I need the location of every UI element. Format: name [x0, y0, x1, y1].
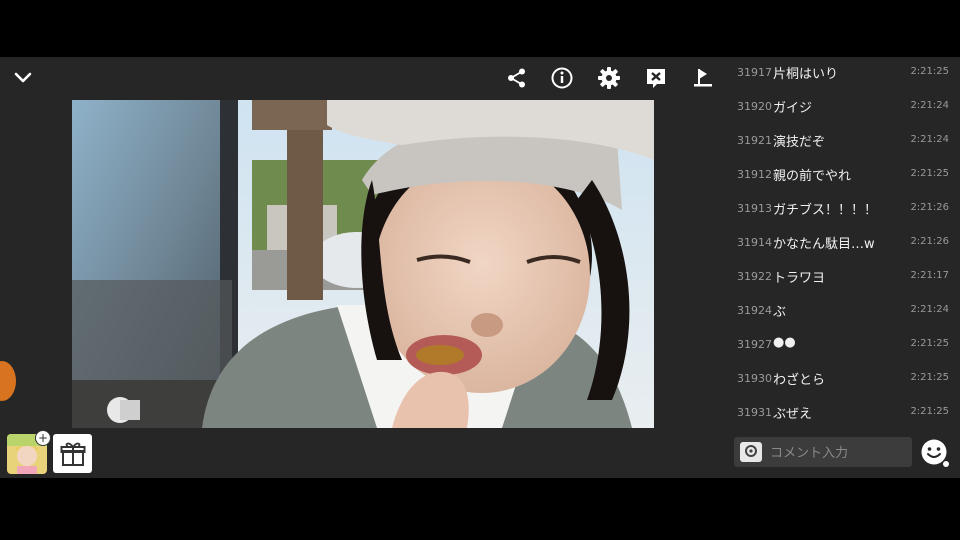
- comment-time: 2:21:25: [910, 168, 949, 179]
- add-follow-button[interactable]: +: [35, 430, 51, 446]
- side-handle[interactable]: [0, 361, 16, 401]
- close-comments-button[interactable]: [639, 61, 673, 95]
- comment-text: わざとら: [773, 373, 826, 388]
- comment-text: 演技だぞ: [773, 135, 826, 150]
- comment-number: 31921: [737, 134, 772, 147]
- comment-number: 31922: [737, 270, 772, 283]
- chevron-down-icon: [14, 72, 32, 83]
- comment-text: 片桐はいり: [773, 67, 839, 82]
- comment-number: 31912: [737, 168, 772, 181]
- comment-text: ●●: [773, 335, 796, 350]
- comment-settings-icon[interactable]: [740, 442, 762, 462]
- comment-text: ガイジ: [773, 101, 813, 116]
- comment-list[interactable]: 31917 片桐はいり 2:21:25 31920 ガイジ 2:21:24 31921 演技だ…: [726, 57, 960, 429]
- comment-time: 2:21:25: [910, 406, 949, 417]
- collapse-button[interactable]: [10, 65, 36, 91]
- comment-time: 2:21:25: [910, 338, 949, 349]
- comment-number: 31917: [737, 66, 772, 79]
- comment-number: 31927: [737, 338, 772, 351]
- sort-button[interactable]: [686, 61, 720, 95]
- video-player[interactable]: [72, 100, 654, 428]
- share-button[interactable]: [500, 61, 534, 95]
- comment-row[interactable]: 31914 かなたん駄目…w 2:21:26: [726, 227, 960, 261]
- comment-text: 親の前でやれ: [773, 169, 852, 184]
- gift-button[interactable]: [53, 434, 92, 473]
- comment-number: 31913: [737, 202, 772, 215]
- comment-time: 2:21:26: [910, 202, 949, 213]
- comment-text: ガチブス！！！！: [773, 203, 878, 218]
- player-app: 31917 片桐はいり 2:21:25 31920 ガイジ 2:21:24 31921 演技だ…: [0, 57, 960, 478]
- info-button[interactable]: [545, 61, 579, 95]
- emoji-button[interactable]: [920, 438, 950, 468]
- comment-row[interactable]: 31917 片桐はいり 2:21:25: [726, 57, 960, 91]
- comment-row[interactable]: 31930 わざとら 2:21:25: [726, 363, 960, 397]
- gift-icon: [60, 442, 85, 466]
- comment-number: 31920: [737, 100, 772, 113]
- comment-row[interactable]: 31927 ●● 2:21:25: [726, 329, 960, 363]
- comment-gear-glyph: [745, 445, 757, 461]
- comment-time: 2:21:17: [910, 270, 949, 281]
- comment-time: 2:21:24: [910, 100, 949, 111]
- comment-row[interactable]: 31920 ガイジ 2:21:24: [726, 91, 960, 125]
- gear-icon: [598, 67, 620, 89]
- sort-icon: [694, 69, 712, 87]
- info-icon: [551, 67, 573, 89]
- comment-time: 2:21:26: [910, 236, 949, 247]
- comment-row[interactable]: 31913 ガチブス！！！！ 2:21:26: [726, 193, 960, 227]
- comment-number: 31914: [737, 236, 772, 249]
- comment-row[interactable]: 31931 ぶぜえ 2:21:25: [726, 397, 960, 429]
- comment-row[interactable]: 31912 親の前でやれ 2:21:25: [726, 159, 960, 193]
- comment-number: 31930: [737, 372, 772, 385]
- share-icon: [508, 68, 525, 88]
- comment-time: 2:21:24: [910, 304, 949, 315]
- toolbar: [500, 61, 722, 95]
- comment-time: 2:21:25: [910, 372, 949, 383]
- comment-number: 31924: [737, 304, 772, 317]
- comment-text: トラワヨ: [773, 271, 826, 286]
- comment-text: ぶぜえ: [773, 407, 813, 422]
- smiley-icon: [921, 439, 949, 467]
- settings-button[interactable]: [592, 61, 626, 95]
- comment-row[interactable]: 31922 トラワヨ 2:21:17: [726, 261, 960, 295]
- video-frame: [72, 100, 654, 428]
- comment-time: 2:21:25: [910, 66, 949, 77]
- comment-number: 31931: [737, 406, 772, 419]
- close-box-icon: [647, 69, 665, 88]
- comment-box: [734, 437, 912, 467]
- comment-row[interactable]: 31924 ぶ 2:21:24: [726, 295, 960, 329]
- comment-input[interactable]: [768, 441, 912, 465]
- comment-row[interactable]: 31921 演技だぞ 2:21:24: [726, 125, 960, 159]
- comment-text: かなたん駄目…w: [773, 237, 875, 252]
- comment-time: 2:21:24: [910, 134, 949, 145]
- comment-text: ぶ: [773, 305, 787, 320]
